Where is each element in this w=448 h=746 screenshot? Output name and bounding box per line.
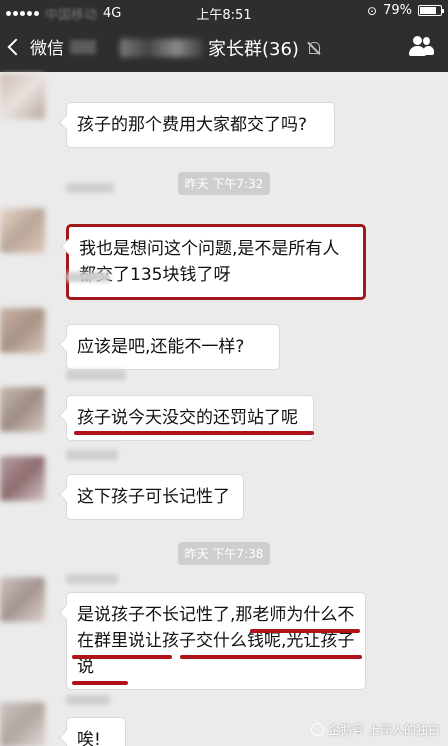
avatar[interactable] [0, 74, 45, 119]
message-text: 唉! [77, 730, 101, 746]
back-button[interactable]: 微信 [7, 34, 96, 59]
red-underline [180, 655, 362, 659]
battery-fill [420, 7, 436, 14]
red-underline [72, 655, 172, 659]
avatar[interactable] [0, 577, 45, 622]
red-underline [72, 681, 128, 685]
back-label: 微信 [30, 39, 64, 59]
unread-count-blurred [70, 39, 96, 54]
message-bubble[interactable]: 孩子的那个费用大家都交了吗? [66, 102, 335, 148]
battery-percent: 79% [383, 3, 412, 18]
avatar[interactable] [0, 208, 45, 253]
watermark-text: 企鹅号 上岸人的独白 [328, 723, 440, 737]
sender-name-blurred [66, 574, 118, 584]
message-bubble[interactable]: 我也是想问这个问题,是不是所有人都交了135块钱了呀 [66, 224, 366, 300]
sender-name-blurred [66, 272, 110, 282]
title-blurred-prefix [120, 39, 204, 57]
status-bar: 中国移动 4G 上午8:51 ⊙ 79% [0, 0, 448, 23]
chevron-left-icon [7, 38, 25, 55]
battery-icon [418, 5, 444, 16]
mute-icon [307, 41, 321, 55]
message-bubble[interactable]: 是说孩子不长记性了,那老师为什么不在群里说让孩子交什么钱呢,光让孩子说 [66, 592, 366, 690]
message-bubble[interactable]: 这下孩子可长记性了 [66, 474, 244, 520]
nav-bar: 微信 家长群(36) [0, 22, 448, 72]
message-text: 我也是想问这个问题,是不是所有人都交了135块钱了呀 [79, 239, 340, 285]
message-bubble[interactable]: 应该是吧,还能不一样? [66, 324, 280, 370]
timestamp-text: 昨天 下午7:38 [177, 542, 271, 565]
avatar[interactable] [0, 456, 45, 501]
avatar[interactable] [0, 387, 45, 432]
red-underline [74, 431, 314, 435]
red-underline [250, 629, 360, 633]
sender-name-blurred [66, 450, 118, 460]
message-text: 孩子的那个费用大家都交了吗? [77, 115, 308, 135]
penguin-icon [311, 723, 325, 736]
sender-name-blurred [66, 695, 110, 705]
message-text: 是说孩子不长记性了,那老师为什么不在群里说让孩子交什么钱呢,光让孩子说 [77, 605, 355, 677]
status-right: ⊙ 79% [367, 3, 444, 18]
sender-name-blurred [66, 183, 114, 193]
chat-title: 家长群(36) [120, 35, 321, 61]
message-text: 孩子说今天没交的还罚站了呢 [77, 408, 298, 428]
message-bubble[interactable]: 唉! [66, 717, 126, 746]
rotation-lock-icon: ⊙ [367, 3, 378, 18]
timestamp-text: 昨天 下午7:32 [177, 172, 271, 195]
sender-name-blurred [66, 370, 126, 380]
group-members-icon[interactable] [408, 36, 434, 58]
chat-area[interactable]: 孩子的那个费用大家都交了吗? 昨天 下午7:32 我也是想问这个问题,是不是所有… [0, 72, 448, 746]
watermark: 企鹅号 上岸人的独白 [311, 721, 440, 738]
avatar[interactable] [0, 702, 45, 746]
avatar[interactable] [0, 308, 45, 353]
timestamp: 昨天 下午7:38 [0, 542, 448, 565]
chat-title-text: 家长群(36) [208, 39, 299, 60]
message-text: 应该是吧,还能不一样? [77, 337, 245, 357]
message-text: 这下孩子可长记性了 [77, 487, 230, 507]
